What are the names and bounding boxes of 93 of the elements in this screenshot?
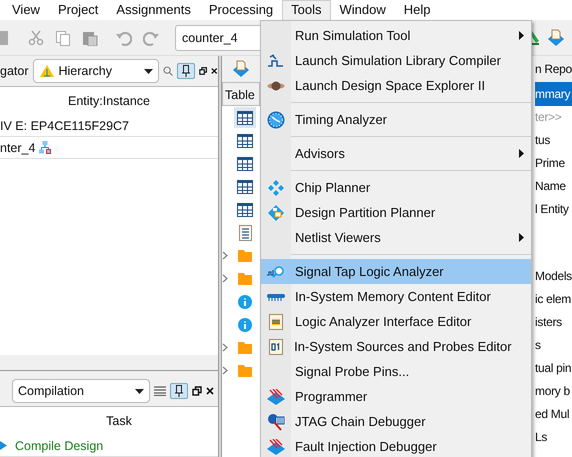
menu-item[interactable]: In-System Sources and Probes Editor (261, 334, 531, 359)
menu-item[interactable]: Signal Probe Pins... (261, 359, 531, 384)
folder-icon[interactable] (238, 250, 252, 262)
table-cell-text: tual pin (535, 360, 572, 377)
table-icon[interactable] (237, 180, 253, 194)
binary-file-icon (268, 338, 283, 354)
table-cell-text: isters (535, 314, 563, 331)
document-diamond-icon[interactable] (547, 28, 565, 46)
info-icon[interactable] (238, 294, 252, 308)
report-tab[interactable]: n Repo (535, 56, 572, 82)
folder-icon[interactable] (238, 364, 252, 376)
clock-icon (267, 110, 285, 128)
chevron-icon[interactable] (222, 343, 228, 352)
pin-button[interactable] (170, 383, 188, 399)
menu-item[interactable]: Fault Injection Debugger (261, 434, 531, 457)
table-cell-text: Ls (535, 429, 548, 446)
programmer-icon (267, 388, 285, 404)
menu-item[interactable]: JTAG Chain Debugger (261, 409, 531, 434)
tree-item[interactable]: IV E: EP4CE115F29C7 (0, 114, 130, 136)
table-cell-text: mory b (535, 383, 571, 400)
menu-item[interactable]: Logic Analyzer Interface Editor (261, 309, 531, 334)
table-icon[interactable] (237, 110, 253, 124)
menu-item[interactable]: View (3, 0, 49, 20)
caret-icon[interactable] (135, 388, 144, 394)
menu-item[interactable]: Window (330, 0, 395, 20)
table-cell-text: ic elem (535, 291, 572, 308)
menu-item[interactable]: Help (394, 0, 440, 20)
redo-icon[interactable] (143, 30, 159, 46)
document-diamond-icon[interactable] (232, 60, 250, 78)
chip-planner-icon (268, 180, 284, 196)
memory-icon (267, 292, 285, 300)
undo-icon[interactable] (116, 30, 132, 46)
info-icon[interactable] (238, 318, 252, 332)
chevron-icon[interactable] (222, 366, 228, 375)
column-header[interactable]: Table (222, 82, 260, 106)
caret-icon[interactable] (144, 68, 154, 74)
document-icon[interactable] (238, 224, 252, 240)
restore-icon[interactable] (192, 386, 202, 396)
menu-item[interactable]: Programmer (261, 384, 531, 409)
hierarchy-icon (39, 141, 52, 154)
report-section[interactable]: mmary (535, 82, 572, 106)
table-cell-text: Prime (535, 155, 566, 172)
menu-item[interactable]: Timing Analyzer (261, 107, 531, 132)
menu-item[interactable]: Launch Simulation Library Compiler (261, 48, 531, 73)
view-dropdown[interactable]: Hierarchy (32, 59, 160, 83)
folder-icon[interactable] (238, 342, 252, 354)
menu-item[interactable]: Design Partition Planner (261, 200, 531, 225)
menu-icon[interactable] (154, 386, 166, 396)
table-cell-text: Name (535, 178, 567, 195)
close-icon[interactable] (211, 67, 218, 75)
menu-item[interactable]: In-System Memory Content Editor (261, 284, 531, 309)
pin-button[interactable] (177, 63, 196, 79)
table-cell-text: tus (535, 132, 552, 149)
table-cell-text: s (535, 337, 542, 354)
menu-item[interactable]: Project (48, 0, 108, 20)
table-icon[interactable] (237, 134, 253, 148)
planet-icon (267, 78, 285, 92)
menu-item[interactable]: Advisors (261, 141, 531, 166)
debugger-icon (267, 412, 285, 430)
table-cell-text: l Entity (535, 201, 570, 218)
table-icon[interactable] (237, 156, 253, 170)
pin-icon (182, 65, 190, 77)
tree-item[interactable]: nter_4 (0, 136, 36, 158)
folder-icon[interactable] (238, 272, 252, 284)
signal-probe-icon (267, 266, 285, 278)
menu-item[interactable]: Assignments (107, 0, 200, 20)
table-cell-text: Models (535, 268, 572, 285)
table-cell-text: ed Mul (535, 406, 570, 423)
paste-icon[interactable] (82, 30, 98, 46)
table-icon[interactable] (237, 202, 253, 216)
copy-icon[interactable] (55, 30, 71, 46)
panel-title: gator (0, 62, 28, 80)
restore-icon[interactable] (199, 66, 208, 76)
scissors-icon[interactable] (28, 30, 44, 46)
menu-item[interactable]: Chip Planner (261, 175, 531, 200)
partition-icon (268, 204, 284, 220)
hierarchy-icon (38, 64, 54, 78)
waveform-icon (267, 54, 285, 68)
task-item[interactable]: Compile Design (15, 434, 104, 456)
pin-icon (175, 385, 183, 397)
chevron-icon[interactable] (222, 251, 228, 260)
close-icon[interactable] (206, 387, 214, 395)
menu-item[interactable]: Netlist Viewers (261, 225, 531, 250)
menu-item[interactable]: Launch Design Space Explorer II (261, 73, 531, 98)
chevron-icon[interactable] (222, 274, 228, 283)
menu-item[interactable]: Processing (200, 0, 282, 20)
programmer-icon (267, 438, 285, 454)
analyzer-file-icon (269, 314, 283, 330)
menu-item[interactable]: Signal Tap Logic Analyzer (261, 259, 531, 284)
menu-item[interactable]: Tools (282, 0, 331, 20)
view-dropdown[interactable]: Compilation (12, 379, 150, 403)
play-icon[interactable] (0, 441, 7, 450)
search-icon[interactable] (163, 65, 174, 77)
